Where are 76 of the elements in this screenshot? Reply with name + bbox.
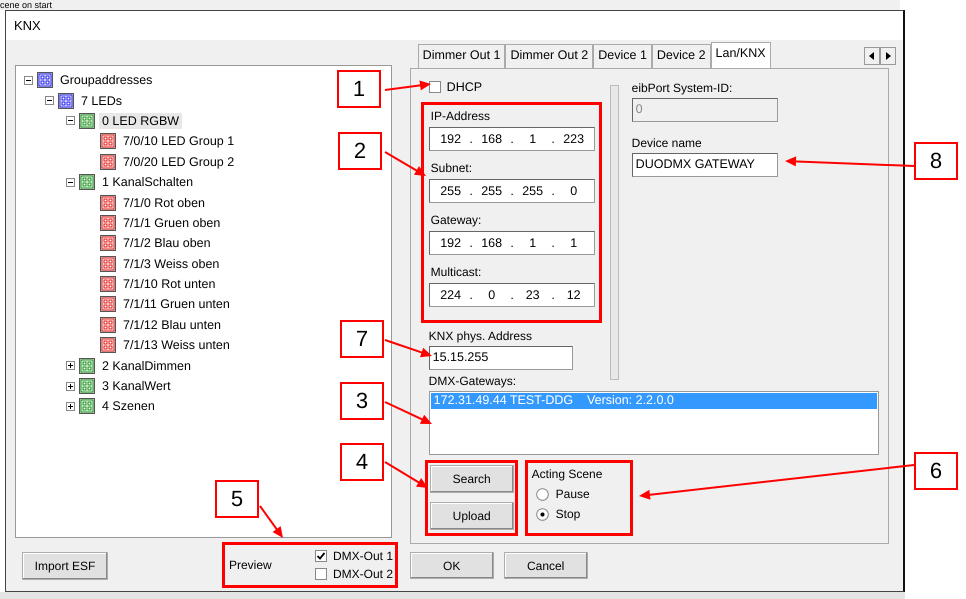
radio-button[interactable] bbox=[536, 488, 549, 500]
field-label: IP-Address bbox=[430, 109, 492, 123]
checkbox-label: DHCP bbox=[446, 80, 482, 94]
tree-item[interactable]: 7/1/0 Rot oben bbox=[120, 194, 208, 211]
callout-number: 6 bbox=[914, 452, 958, 490]
field-label: DMX-Gateways: bbox=[428, 374, 518, 388]
preview-label: Preview bbox=[229, 558, 272, 572]
expand-icon[interactable] bbox=[66, 402, 75, 411]
tree-item[interactable]: 0 LED RGBW bbox=[99, 112, 182, 129]
tab[interactable]: Dimmer Out 2 bbox=[505, 44, 594, 68]
callout-arrow bbox=[384, 401, 432, 424]
callout-number: 7 bbox=[340, 320, 384, 358]
field-label: Multicast: bbox=[430, 265, 482, 279]
group-title: Acting Scene bbox=[532, 467, 604, 481]
tree-item[interactable]: 7 LEDs bbox=[78, 92, 125, 109]
dialog-button[interactable]: OK bbox=[410, 552, 494, 579]
checkbox-label: DMX-Out 1 bbox=[332, 549, 393, 563]
scroll-right-icon[interactable] bbox=[880, 47, 896, 65]
checkbox-label: DMX-Out 2 bbox=[332, 567, 393, 581]
callout-arrow bbox=[384, 339, 432, 358]
field-label: eibPort System-ID: bbox=[632, 81, 734, 95]
tree-item[interactable]: 7/1/2 Blau oben bbox=[120, 235, 214, 252]
input-field[interactable]: DUODMX GATEWAY bbox=[632, 153, 778, 177]
callout-arrow bbox=[259, 505, 283, 538]
collapse-icon[interactable] bbox=[24, 76, 33, 85]
tree-item[interactable]: 4 Szenen bbox=[99, 398, 158, 414]
field-label: Subnet: bbox=[430, 161, 474, 175]
tree-item[interactable]: 7/1/12 Blau unten bbox=[120, 316, 224, 333]
ip-address-field[interactable]: 192 . 168 . 1 . 1 bbox=[428, 231, 595, 255]
tab[interactable]: Device 1 bbox=[593, 44, 652, 68]
field-label: Gateway: bbox=[430, 213, 482, 227]
dialog-button[interactable]: Cancel bbox=[504, 552, 588, 579]
radio-button[interactable] bbox=[536, 508, 549, 520]
callout-number: 5 bbox=[215, 480, 259, 518]
collapse-icon[interactable] bbox=[45, 96, 54, 106]
expand-icon[interactable] bbox=[66, 361, 75, 370]
callout-number: 3 bbox=[340, 382, 384, 420]
tree-item[interactable]: 2 KanalDimmen bbox=[99, 358, 194, 374]
collapse-icon[interactable] bbox=[66, 178, 75, 187]
collapse-icon[interactable] bbox=[66, 116, 75, 126]
scroll-left-icon[interactable] bbox=[864, 47, 880, 65]
radio-label: Stop bbox=[556, 507, 580, 521]
tree-item[interactable]: 7/0/10 LED Group 1 bbox=[120, 133, 238, 150]
tab[interactable]: Lan/KNX bbox=[710, 42, 771, 68]
action-button[interactable]: Upload bbox=[430, 502, 514, 530]
checkbox[interactable] bbox=[428, 81, 441, 93]
action-button[interactable]: Search bbox=[430, 465, 514, 493]
callout-number: 4 bbox=[340, 443, 384, 481]
field-label: Device name bbox=[632, 136, 703, 150]
callout-number: 2 bbox=[338, 132, 382, 170]
tree-item[interactable]: 7/1/1 Gruen oben bbox=[120, 214, 224, 231]
window-title: KNX bbox=[14, 18, 41, 33]
background-dropdown[interactable]: cene on start bbox=[0, 0, 52, 10]
tab[interactable]: Device 2 bbox=[652, 44, 711, 68]
expand-icon[interactable] bbox=[66, 382, 75, 391]
tree-item[interactable]: 7/0/20 LED Group 2 bbox=[120, 154, 238, 170]
import-button[interactable]: Import ESF bbox=[22, 552, 108, 580]
field-label: KNX phys. Address bbox=[428, 329, 534, 343]
tree-item[interactable]: 7/1/13 Weiss unten bbox=[120, 337, 233, 354]
tree-item[interactable]: Groupaddresses bbox=[57, 72, 156, 88]
tree-item[interactable]: 3 KanalWert bbox=[99, 378, 174, 394]
ip-address-field[interactable]: 192 . 168 . 1 . 223 bbox=[428, 127, 595, 151]
callout-arrow bbox=[384, 80, 431, 91]
tree-item[interactable]: 7/1/3 Weiss oben bbox=[120, 256, 222, 272]
callout-number: 8 bbox=[914, 142, 958, 180]
tab[interactable]: Dimmer Out 1 bbox=[418, 44, 506, 68]
ip-address-field[interactable]: 224 . 0 . 23 . 12 bbox=[428, 283, 595, 307]
tree-item[interactable]: 7/1/11 Gruen unten bbox=[120, 296, 233, 312]
checkbox[interactable] bbox=[314, 550, 327, 562]
input-field[interactable]: 15.15.255 bbox=[428, 346, 573, 370]
checkbox[interactable] bbox=[314, 568, 327, 580]
ip-address-field[interactable]: 255 . 255 . 255 . 0 bbox=[428, 179, 595, 203]
tree-item[interactable]: 1 KanalSchalten bbox=[99, 174, 196, 190]
tree-item[interactable]: 7/1/10 Rot unten bbox=[120, 276, 218, 292]
callout-number: 1 bbox=[337, 70, 381, 108]
radio-label: Pause bbox=[556, 487, 590, 501]
